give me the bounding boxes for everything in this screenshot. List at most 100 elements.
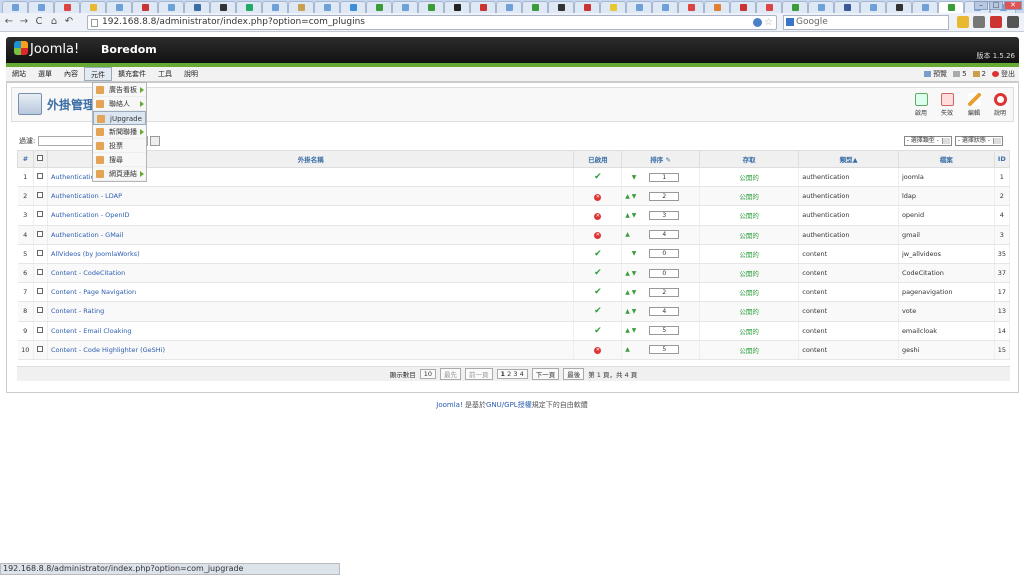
browser-tab[interactable] bbox=[652, 1, 678, 13]
row-checkbox[interactable] bbox=[37, 173, 44, 180]
type-filter-select[interactable]: - 選擇類型 - bbox=[903, 136, 952, 146]
row-checkbox[interactable] bbox=[37, 345, 44, 352]
menu-tools[interactable]: 工具 bbox=[152, 67, 178, 81]
plugin-name-link[interactable]: Authentication - LDAP bbox=[51, 192, 122, 200]
enabled-cell[interactable]: ✔ bbox=[573, 301, 623, 322]
prev-page-button[interactable]: 前一頁 bbox=[465, 368, 493, 380]
enable-button[interactable]: 啟用 bbox=[911, 93, 931, 117]
row-checkbox[interactable] bbox=[37, 249, 44, 256]
dropdown-item[interactable]: 聯絡人 bbox=[93, 97, 146, 111]
page-4-link[interactable]: 4 bbox=[520, 370, 524, 378]
row-select[interactable] bbox=[33, 301, 48, 322]
enabled-check-icon[interactable]: ✔ bbox=[594, 287, 602, 297]
browser-tab[interactable] bbox=[288, 1, 314, 13]
messages-link[interactable]: 5 bbox=[953, 67, 967, 81]
browser-tab[interactable] bbox=[860, 1, 886, 13]
browser-tab[interactable] bbox=[236, 1, 262, 13]
browser-tab[interactable] bbox=[80, 1, 106, 13]
col-enabled-header[interactable]: 已啟用 bbox=[573, 150, 623, 168]
enabled-check-icon[interactable]: ✔ bbox=[594, 268, 602, 278]
access-link[interactable]: 公開的 bbox=[699, 340, 800, 360]
next-page-button[interactable]: 下一頁 bbox=[531, 368, 560, 380]
address-bar[interactable]: 192.168.8.8/administrator/index.php?opti… bbox=[87, 15, 777, 30]
order-input[interactable]: 2 bbox=[649, 287, 680, 297]
order-up-icon[interactable]: ▲ bbox=[625, 270, 630, 277]
order-input[interactable]: 1 bbox=[649, 172, 680, 182]
enabled-cell[interactable]: ✕ bbox=[573, 225, 623, 245]
row-checkbox[interactable] bbox=[37, 307, 44, 314]
menu-help[interactable]: 說明 bbox=[178, 67, 204, 81]
row-checkbox[interactable] bbox=[37, 230, 44, 237]
order-down-icon[interactable]: ▼ bbox=[632, 270, 637, 277]
order-down-icon[interactable]: ▼ bbox=[632, 289, 637, 296]
row-select[interactable] bbox=[33, 282, 48, 303]
access-link[interactable]: 公開的 bbox=[699, 225, 800, 245]
order-down-icon[interactable]: ▼ bbox=[632, 174, 637, 181]
order-up-icon[interactable]: ▲ bbox=[625, 346, 630, 353]
browser-tab[interactable] bbox=[392, 1, 418, 13]
order-up-icon[interactable]: ▲ bbox=[625, 212, 630, 219]
order-up-icon[interactable]: ▲ bbox=[625, 308, 630, 315]
menu-site[interactable]: 網站 bbox=[6, 67, 32, 81]
order-up-icon[interactable]: ▲ bbox=[625, 327, 630, 334]
row-select[interactable] bbox=[33, 244, 48, 264]
extension-icon-3[interactable] bbox=[990, 16, 1002, 28]
browser-tab[interactable] bbox=[340, 1, 366, 13]
forward-icon[interactable]: → bbox=[18, 16, 30, 28]
browser-tab[interactable] bbox=[782, 1, 808, 13]
col-file-header[interactable]: 檔案 bbox=[897, 150, 995, 168]
disabled-x-icon[interactable]: ✕ bbox=[594, 347, 602, 355]
browser-tab[interactable] bbox=[704, 1, 730, 13]
order-input[interactable]: 0 bbox=[649, 249, 680, 259]
access-link[interactable]: 公開的 bbox=[699, 205, 800, 226]
plugin-name-link[interactable]: Content - Rating bbox=[51, 307, 104, 315]
order-input[interactable]: 4 bbox=[649, 306, 680, 316]
row-select[interactable] bbox=[33, 340, 48, 360]
enabled-cell[interactable]: ✔ bbox=[573, 263, 623, 284]
order-input[interactable]: 5 bbox=[649, 326, 680, 336]
extension-icon-2[interactable] bbox=[973, 16, 985, 28]
row-select[interactable] bbox=[33, 263, 48, 284]
maximize-button[interactable]: □ bbox=[989, 1, 1003, 10]
col-id-header[interactable]: ID bbox=[993, 150, 1011, 168]
plugin-name-link[interactable]: Content - CodeCitation bbox=[51, 269, 125, 277]
order-up-icon[interactable]: ▲ bbox=[625, 289, 630, 296]
order-down-icon[interactable]: ▼ bbox=[632, 212, 637, 219]
enabled-cell[interactable]: ✕ bbox=[573, 205, 623, 226]
browser-tab[interactable] bbox=[470, 1, 496, 13]
enabled-check-icon[interactable]: ✔ bbox=[594, 172, 602, 182]
browser-tab[interactable] bbox=[834, 1, 860, 13]
home-icon[interactable]: ⌂ bbox=[48, 16, 60, 28]
order-up-icon[interactable]: ▲ bbox=[625, 231, 630, 238]
display-num-select[interactable]: 10 bbox=[419, 369, 437, 379]
first-page-button[interactable]: 最先 bbox=[440, 368, 462, 380]
col-access-header[interactable]: 存取 bbox=[698, 150, 800, 168]
browser-tab[interactable] bbox=[2, 1, 28, 13]
filter-go-button[interactable] bbox=[149, 136, 160, 146]
browser-tab[interactable] bbox=[912, 1, 938, 13]
enabled-cell[interactable]: ✕ bbox=[573, 340, 623, 360]
footer-joomla-link[interactable]: Joomla! bbox=[436, 401, 463, 409]
dropdown-item[interactable]: 網頁連結 bbox=[93, 167, 146, 181]
browser-tab[interactable] bbox=[444, 1, 470, 13]
browser-tab[interactable] bbox=[106, 1, 132, 13]
row-select[interactable] bbox=[33, 205, 48, 226]
browser-tab[interactable] bbox=[600, 1, 626, 13]
plugin-name-link[interactable]: Authentication - OpenID bbox=[51, 211, 129, 219]
order-down-icon[interactable]: ▼ bbox=[632, 250, 637, 257]
browser-tab[interactable] bbox=[418, 1, 444, 13]
browser-tab[interactable] bbox=[28, 1, 54, 13]
info-icon[interactable] bbox=[753, 18, 762, 27]
col-type-header[interactable]: 類型▲ bbox=[798, 150, 899, 168]
order-up-icon[interactable]: ▲ bbox=[625, 193, 630, 200]
browser-tab[interactable] bbox=[626, 1, 652, 13]
dropdown-item[interactable]: 搜尋 bbox=[93, 153, 146, 167]
enabled-check-icon[interactable]: ✔ bbox=[594, 306, 602, 316]
dropdown-item[interactable]: 投票 bbox=[93, 139, 146, 153]
extension-icon-1[interactable] bbox=[957, 16, 969, 28]
disabled-x-icon[interactable]: ✕ bbox=[594, 212, 602, 220]
access-link[interactable]: 公開的 bbox=[699, 244, 800, 264]
plugin-name-link[interactable]: AllVideos (by JoomlaWorks) bbox=[51, 250, 140, 258]
history-icon[interactable]: ↶ bbox=[63, 16, 75, 28]
enabled-cell[interactable]: ✔ bbox=[573, 282, 623, 303]
